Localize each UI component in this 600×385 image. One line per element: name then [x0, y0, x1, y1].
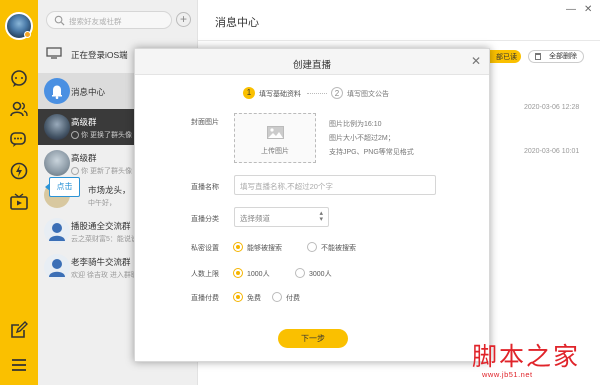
upload-image-button[interactable]: 上传图片 — [234, 113, 316, 163]
limit-label: 人数上限 — [191, 271, 219, 278]
next-step-button[interactable]: 下一步 — [278, 329, 348, 348]
item-title: 高级群 — [71, 153, 97, 163]
cover-hint: 图片大小不超过2M； — [329, 135, 395, 142]
item-preview: 云之菜财富5：能说说 — [71, 236, 138, 243]
step-connector — [307, 93, 327, 94]
search-icon — [54, 15, 65, 26]
device-label: 正在登录iOS端 — [71, 50, 128, 60]
dialog-close-button[interactable]: ✕ — [471, 54, 481, 68]
cover-hint: 图片比例为16:10 — [329, 121, 382, 128]
item-title: 高级群 — [71, 117, 97, 127]
cover-hint: 支持JPG、PNG等常见格式 — [329, 149, 414, 156]
group-avatar — [44, 254, 70, 280]
timestamp: 2020-03-06 10:01 — [524, 148, 580, 155]
chat-icon[interactable] — [9, 68, 29, 88]
item-preview: 中午好， — [88, 200, 116, 207]
upload-label: 上传图片 — [261, 148, 289, 155]
name-label: 直播名称 — [191, 184, 219, 191]
item-title: 消息中心 — [71, 87, 106, 97]
nav-rail — [0, 0, 38, 385]
app-window: 搜索好友或社群 + 正在登录iOS端 消息中心 高级群 你 更换了群头像 高级群… — [0, 0, 600, 385]
close-button[interactable]: ✕ — [584, 4, 592, 15]
group-avatar — [44, 150, 70, 176]
step-1-label: 填写基础资料 — [259, 91, 301, 98]
watermark-title: 脚本之家 — [472, 342, 581, 371]
minimize-button[interactable]: — — [566, 4, 576, 15]
dialog-title: 创建直播 — [292, 60, 331, 71]
limit-3000-radio[interactable] — [295, 268, 305, 278]
category-select[interactable]: 选择频道 ▴ ▾ — [234, 207, 329, 227]
contacts-icon[interactable] — [9, 99, 29, 119]
privacy-label: 私密设置 — [191, 245, 219, 252]
delete-all-button[interactable]: 全部删除 — [528, 50, 584, 63]
limit-1000-radio[interactable] — [233, 268, 243, 278]
group-chat-icon[interactable] — [9, 130, 29, 150]
radio-label: 不能被搜索 — [321, 245, 356, 252]
divider — [198, 40, 600, 41]
edit-icon[interactable] — [9, 320, 29, 340]
trash-icon — [535, 53, 541, 60]
live-name-input[interactable]: 填写直播名称,不超过20个字 — [234, 175, 436, 195]
chevron-updown-icon: ▴ ▾ — [319, 210, 323, 223]
radio-label: 付费 — [286, 295, 300, 302]
add-button[interactable]: + — [176, 12, 191, 27]
radio-label: 免费 — [247, 295, 261, 302]
create-live-dialog: 创建直播 ✕ 1 填写基础资料 2 填写图文公告 封面图片 上传图片 图片比例为… — [134, 48, 490, 362]
item-title: 播股通全交流群 — [71, 221, 131, 231]
bell-icon — [44, 78, 70, 104]
click-tooltip: 点击 — [45, 177, 80, 197]
group-avatar — [44, 218, 70, 244]
cover-label: 封面图片 — [191, 119, 219, 126]
radio-label: 3000人 — [309, 271, 332, 278]
radio-label: 1000人 — [247, 271, 270, 278]
live-tv-icon[interactable] — [9, 192, 29, 212]
step-1-badge: 1 — [243, 87, 255, 99]
menu-icon[interactable] — [9, 355, 29, 375]
privacy-searchable-radio[interactable] — [233, 242, 243, 252]
search-input[interactable]: 搜索好友或社群 — [46, 11, 172, 29]
lightning-icon[interactable] — [9, 161, 29, 181]
step-2-label: 填写图文公告 — [347, 91, 389, 98]
watermark-url: www.jb51.net — [482, 370, 533, 379]
step-2-badge: 2 — [331, 87, 343, 99]
fee-paid-radio[interactable] — [272, 292, 282, 302]
page-title: 消息中心 — [215, 17, 259, 29]
group-avatar — [44, 114, 70, 140]
item-title: 老李骑牛交流群 — [71, 257, 131, 267]
radio-label: 能够被搜索 — [247, 245, 282, 252]
fee-label: 直播付费 — [191, 295, 219, 302]
item-title: 市场龙头， — [88, 185, 131, 195]
search-placeholder: 搜索好友或社群 — [69, 17, 122, 26]
category-label: 直播分类 — [191, 216, 219, 223]
privacy-hidden-radio[interactable] — [307, 242, 317, 252]
monitor-icon — [46, 47, 62, 59]
timestamp: 2020-03-06 12:28 — [524, 104, 580, 111]
fee-free-radio[interactable] — [233, 292, 243, 302]
item-preview: 你 更换了群头像 — [71, 130, 132, 140]
watermark: 脚本之家 www.jb51.net — [470, 337, 598, 383]
item-preview: 欢迎 徐吉玫 进入群聊 — [71, 272, 138, 279]
image-icon — [267, 126, 284, 139]
item-preview: 你 更新了群头像 — [71, 166, 132, 176]
status-dot — [24, 31, 31, 38]
dialog-header: 创建直播 ✕ — [135, 49, 489, 75]
